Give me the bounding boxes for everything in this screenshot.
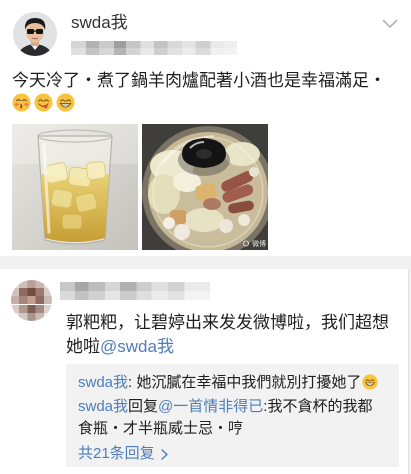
hot-pot-photo[interactable]: 微博: [142, 124, 268, 250]
grinning-face-icon: [56, 93, 75, 112]
drink-glass-photo[interactable]: [12, 124, 138, 250]
post-card: swda我 今天冷了・煮了鍋羊肉爐配著小酒也是幸福滿足・ 微博: [0, 0, 411, 256]
reply-line: swda我回复@一首情非得已:我不貪杯的我都: [78, 396, 391, 418]
yummy-face-icon: [34, 93, 53, 112]
blurred-timestamp: [71, 41, 237, 55]
kissing-face-icon: [12, 93, 31, 112]
user-avatar-sunglasses-icon[interactable]: [13, 12, 57, 56]
comment-text: 郭粑粑，让碧婷出来发发微博啦，我们超想她啦@swda我: [66, 311, 402, 359]
post-text: 今天冷了・煮了鍋羊肉爐配著小酒也是幸福滿足・: [12, 71, 386, 90]
chevron-down-icon[interactable]: [382, 19, 398, 29]
reply-text: :我不貪杯的我都: [263, 398, 373, 415]
pixelated-avatar-icon[interactable]: [11, 280, 52, 321]
reply-box[interactable]: swda我: 她沉膩在幸福中我們就別打擾她了 swda我回复@一首情非得已:我不…: [66, 364, 399, 467]
grinning-face-icon: [362, 374, 378, 390]
reply-text: : 她沉膩在幸福中我們就別打擾她了: [128, 374, 362, 391]
reply-item[interactable]: swda我回复@一首情非得已:我不貪杯的我都 食瓶・才半瓶威士忌・哼: [78, 396, 391, 440]
emoji-row: [12, 93, 75, 113]
blurred-commenter-name[interactable]: [60, 282, 210, 300]
post-author-name[interactable]: swda我: [71, 13, 128, 33]
photo-watermark: 微博: [252, 239, 266, 248]
comment-mention-link[interactable]: @swda我: [100, 337, 174, 356]
more-replies-link[interactable]: 共21条回复: [78, 443, 391, 465]
section-separator: [0, 256, 411, 269]
reply-author-link[interactable]: swda我: [78, 374, 128, 391]
comment-card: 郭粑粑，让碧婷出来发发微博啦，我们超想她啦@swda我 swda我: 她沉膩在幸…: [0, 269, 409, 474]
chevron-right-icon[interactable]: [160, 448, 168, 460]
reply-line: 食瓶・才半瓶威士忌・哼: [78, 418, 391, 440]
more-replies-label[interactable]: 共21条回复: [78, 443, 155, 465]
reply-action: 回复: [128, 398, 159, 415]
reply-text: 食瓶・才半瓶威士忌・哼: [78, 420, 244, 437]
reply-item[interactable]: swda我: 她沉膩在幸福中我們就別打擾她了: [78, 372, 391, 394]
reply-author-link[interactable]: swda我: [78, 398, 128, 415]
reply-mention-link[interactable]: @一首情非得已: [158, 398, 263, 415]
